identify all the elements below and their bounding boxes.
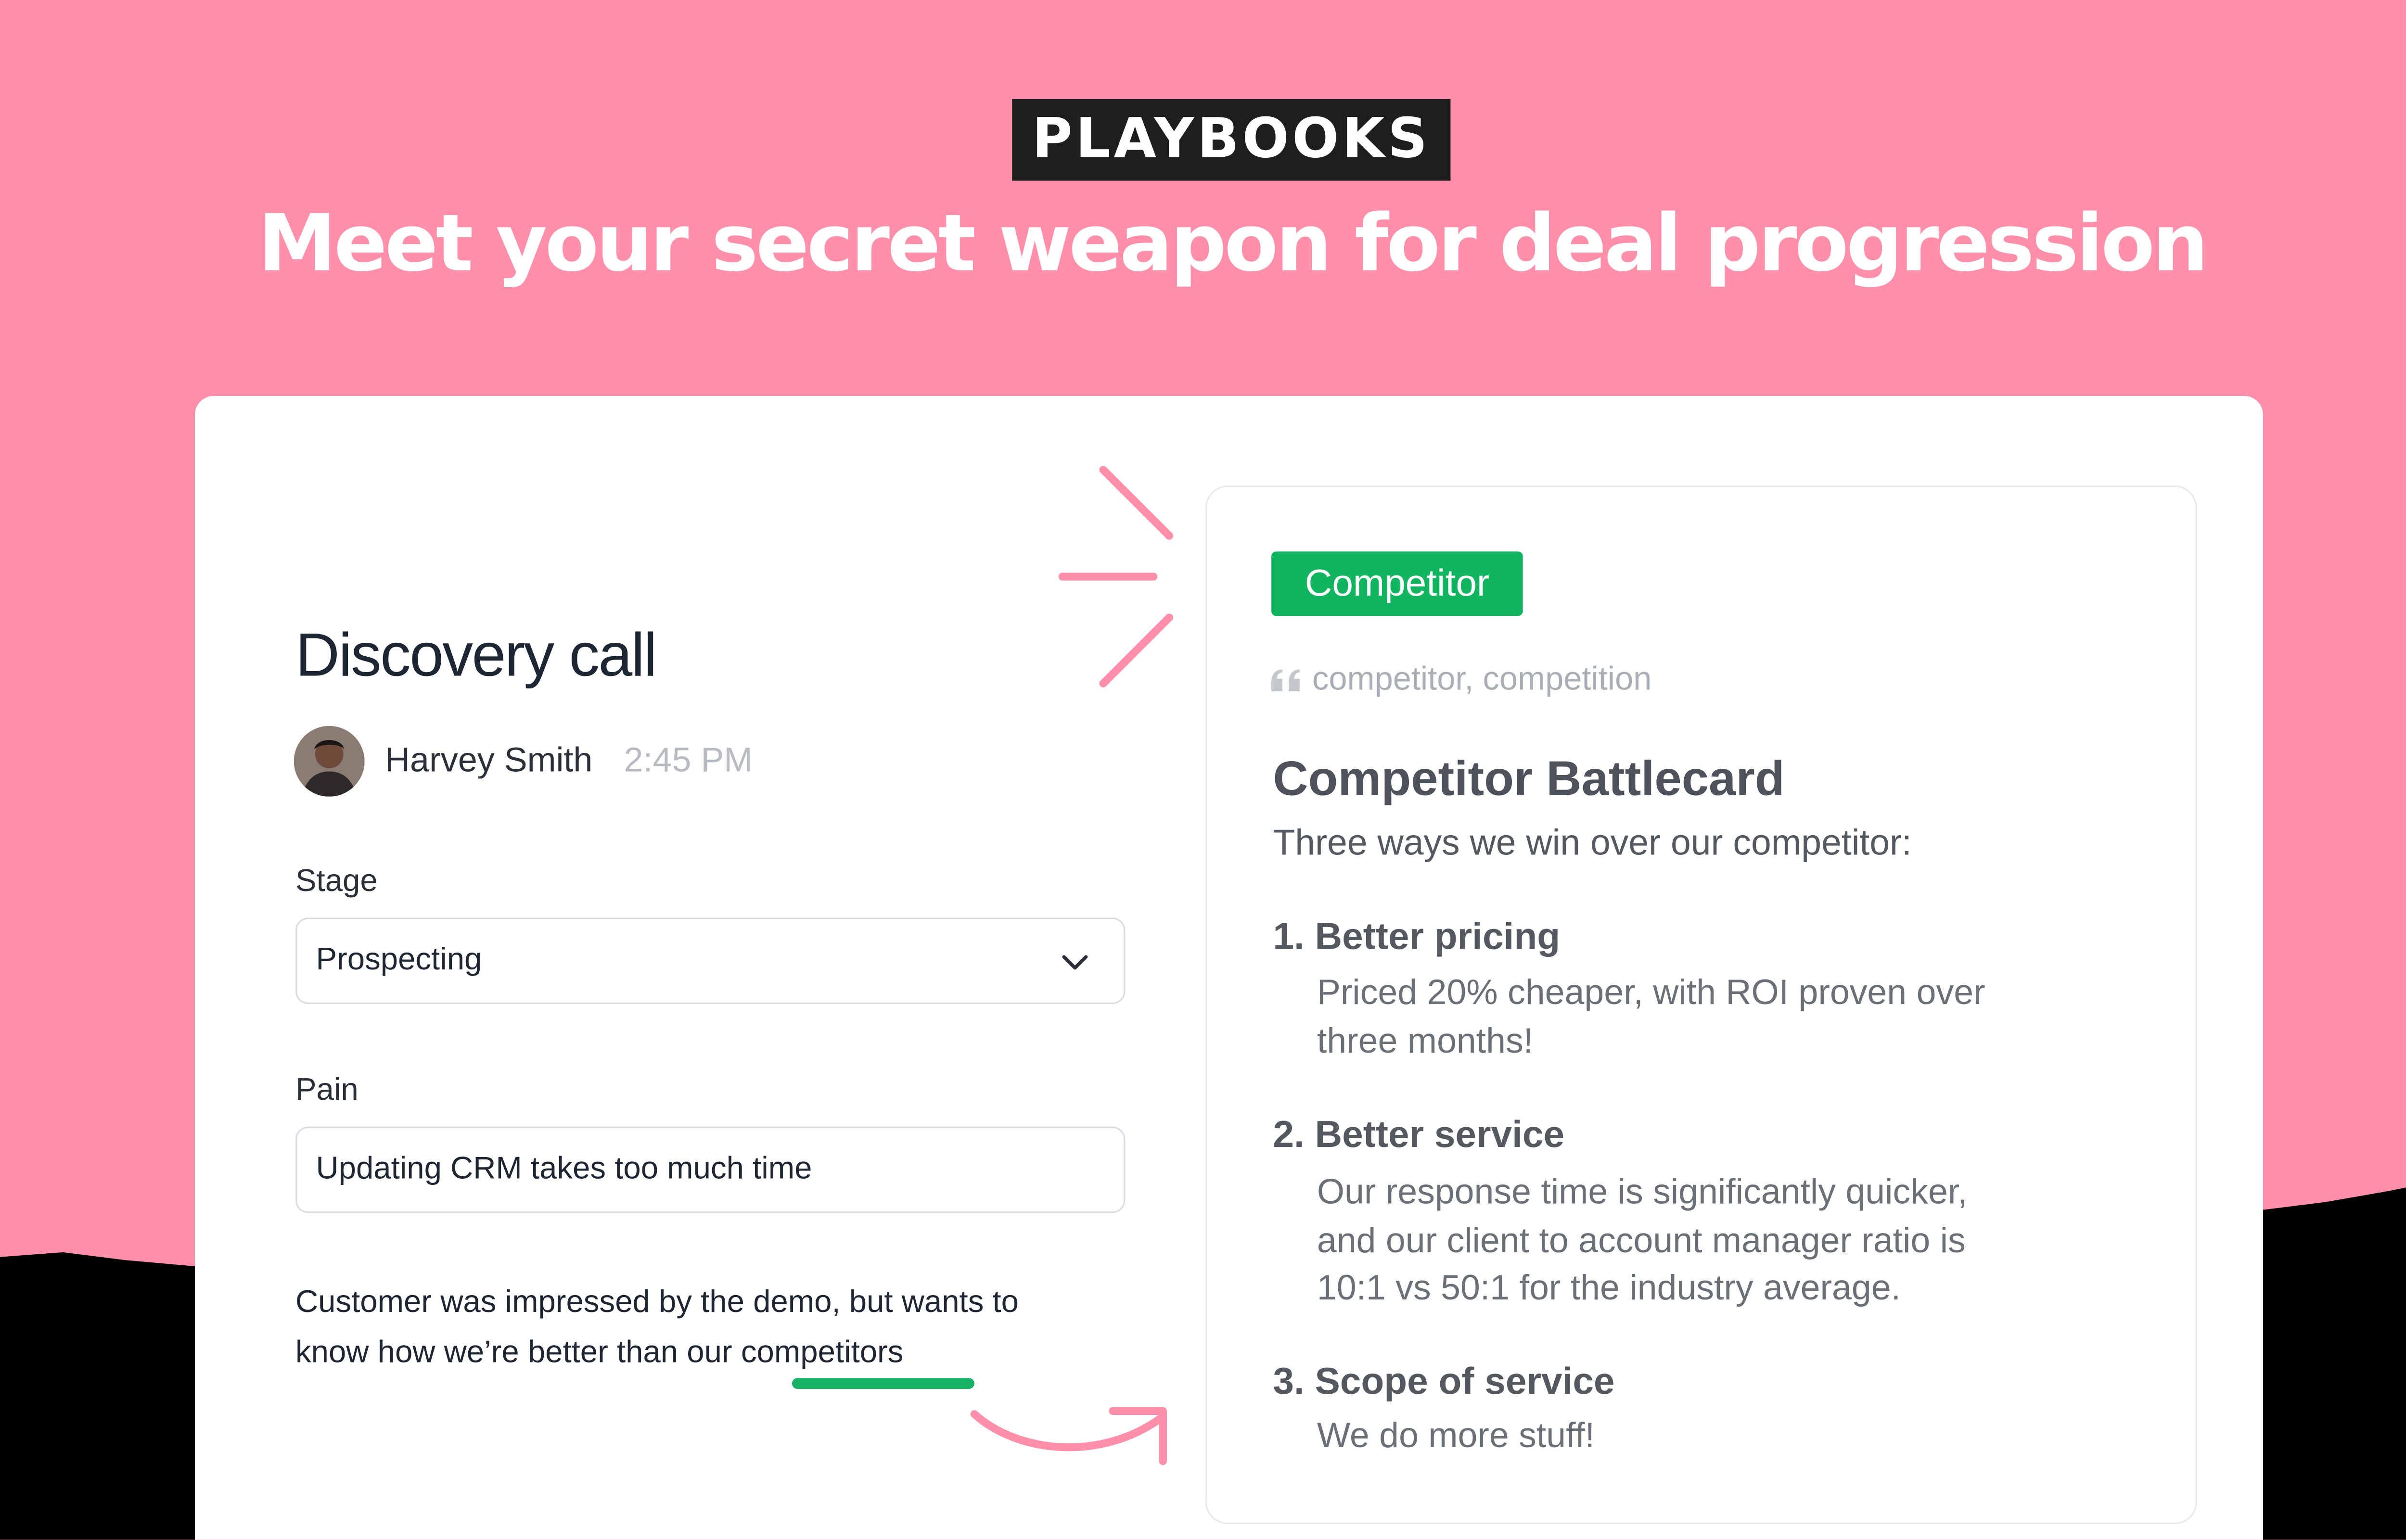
- battlecard-title: Competitor Battlecard: [1273, 751, 1785, 806]
- item-body-2: Our response time is significantly quick…: [1317, 1169, 2134, 1313]
- stage-select[interactable]: Prospecting: [295, 917, 1126, 1004]
- chevron-down-icon: [1062, 955, 1088, 970]
- call-title: Discovery call: [295, 622, 657, 690]
- pain-value: Updating CRM takes too much time: [316, 1151, 812, 1186]
- item-2-line-2: and our client to account manager ratio …: [1317, 1220, 1966, 1260]
- section-label: PLAYBOOKS: [1012, 99, 1451, 181]
- avatar: [294, 725, 365, 797]
- item-2-line-3: 10:1 vs 50:1 for the industry average.: [1317, 1268, 1901, 1308]
- trigger-keywords: competitor, competition: [1312, 661, 1652, 698]
- item-body-1: Priced 20% cheaper, with ROI proven over…: [1317, 969, 2134, 1065]
- note-line-2-text: know how we’re better than our: [295, 1336, 741, 1370]
- item-title-2: 2. Better service: [1273, 1114, 1565, 1157]
- stage-label: Stage: [295, 864, 378, 899]
- item-3-line-1: We do more stuff!: [1317, 1415, 1595, 1455]
- item-1-line-1: Priced 20% cheaper, with ROI proven over: [1317, 972, 1985, 1012]
- pain-label: Pain: [295, 1073, 358, 1108]
- keyword-underline: [792, 1378, 974, 1389]
- quote-icon: [1271, 669, 1300, 691]
- promo-canvas: PLAYBOOKS Meet your secret weapon for de…: [0, 0, 2406, 1540]
- item-2-line-1: Our response time is significantly quick…: [1317, 1172, 1968, 1212]
- item-body-3: We do more stuff!: [1317, 1413, 2134, 1461]
- competitor-tag[interactable]: Competitor: [1271, 551, 1523, 616]
- timestamp: 2:45 PM: [624, 740, 753, 779]
- item-title-1: 1. Better pricing: [1273, 916, 1561, 959]
- item-1-line-2: three months!: [1317, 1020, 1534, 1060]
- pain-field[interactable]: Updating CRM takes too much time: [295, 1126, 1126, 1213]
- author-name: Harvey Smith: [385, 740, 593, 779]
- item-title-3: 3. Scope of service: [1273, 1361, 1615, 1403]
- note-line-2: know how we’re better than our competito…: [295, 1328, 1144, 1378]
- call-note: Customer was impressed by the demo, but …: [295, 1277, 1144, 1378]
- note-line-1: Customer was impressed by the demo, but …: [295, 1285, 1019, 1320]
- stage-value: Prospecting: [316, 942, 482, 978]
- keyword-highlight: competitors: [741, 1336, 904, 1370]
- battlecard-subtitle: Three ways we win over our competitor:: [1273, 822, 1912, 863]
- headline: Meet your secret weapon for deal progres…: [258, 198, 2208, 289]
